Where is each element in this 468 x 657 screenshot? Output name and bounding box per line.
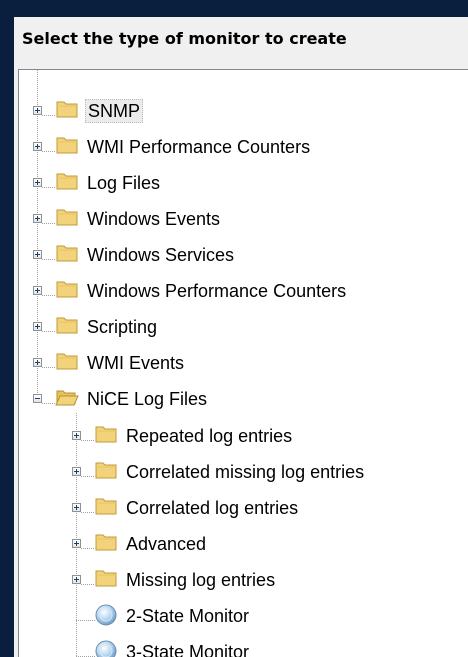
expand-icon[interactable]: [33, 250, 42, 259]
folder-icon: [55, 278, 79, 300]
tree-item-label: Correlated log entries: [126, 498, 299, 518]
expand-icon[interactable]: [33, 142, 42, 151]
folder-icon: [94, 567, 118, 589]
tree-item-label: Windows Services: [87, 245, 235, 265]
tree-item-label: 2-State Monitor: [126, 606, 250, 626]
tree-item-label: SNMP: [85, 99, 144, 123]
folder-icon: [94, 459, 118, 481]
tree-item-label: Correlated missing log entries: [126, 462, 365, 482]
tree-item-nice-log-files[interactable]: NiCE Log Files: [33, 386, 459, 414]
tree-item-windows-events[interactable]: Windows Events: [33, 206, 459, 234]
monitor-icon: [94, 603, 118, 627]
tree-item-wmi-performance-counters[interactable]: WMI Performance Counters: [33, 134, 459, 162]
tree-item-label: Log Files: [87, 173, 161, 193]
tree-item-windows-services[interactable]: Windows Services: [33, 242, 459, 270]
tree-item-3-state-monitor[interactable]: 3-State Monitor: [72, 639, 459, 657]
folder-icon: [55, 134, 79, 156]
expand-icon[interactable]: [72, 431, 81, 440]
tree-item-snmp[interactable]: SNMP: [33, 98, 459, 126]
folder-icon: [94, 531, 118, 553]
expand-icon[interactable]: [72, 575, 81, 584]
tree-item-label: 3-State Monitor: [126, 642, 250, 657]
collapse-icon[interactable]: [33, 394, 42, 403]
tree-item-2-state-monitor[interactable]: 2-State Monitor: [72, 603, 459, 631]
folder-icon: [55, 206, 79, 228]
expand-icon[interactable]: [33, 214, 42, 223]
wizard-window: Select the type of monitor to create SNM…: [0, 0, 468, 657]
expand-icon[interactable]: [72, 467, 81, 476]
folder-icon: [94, 495, 118, 517]
tree-item-label: Scripting: [87, 317, 158, 337]
expand-icon[interactable]: [33, 106, 42, 115]
tree-item-label: WMI Events: [87, 353, 185, 373]
expand-icon[interactable]: [72, 503, 81, 512]
expand-icon[interactable]: [33, 358, 42, 367]
folder-icon: [55, 98, 79, 120]
monitor-icon: [94, 639, 118, 657]
tree-item-label: Advanced: [126, 534, 207, 554]
tree-item-label: Windows Performance Counters: [87, 281, 347, 301]
expand-icon[interactable]: [33, 178, 42, 187]
folder-open-icon: [55, 386, 79, 408]
tree-item-advanced[interactable]: Advanced: [72, 531, 459, 559]
tree-item-scripting[interactable]: Scripting: [33, 314, 459, 342]
monitor-type-tree[interactable]: SNMP WMI Performance Counters Log Files …: [18, 69, 468, 657]
tree-item-log-files[interactable]: Log Files: [33, 170, 459, 198]
tree-item-label: Missing log entries: [126, 570, 276, 590]
folder-icon: [55, 242, 79, 264]
tree-item-repeated-log-entries[interactable]: Repeated log entries: [72, 423, 459, 451]
expand-icon[interactable]: [72, 539, 81, 548]
tree-item-correlated-log-entries[interactable]: Correlated log entries: [72, 495, 459, 523]
folder-icon: [55, 170, 79, 192]
tree-item-label: NiCE Log Files: [87, 389, 208, 409]
tree-item-label: Repeated log entries: [126, 426, 293, 446]
tree-item-label: WMI Performance Counters: [87, 137, 311, 157]
tree-item-missing-log-entries[interactable]: Missing log entries: [72, 567, 459, 595]
folder-icon: [55, 350, 79, 372]
folder-icon: [55, 314, 79, 336]
expand-icon[interactable]: [33, 286, 42, 295]
tree-item-label: Windows Events: [87, 209, 221, 229]
expand-icon[interactable]: [33, 322, 42, 331]
folder-icon: [94, 423, 118, 445]
tree-item-wmi-events[interactable]: WMI Events: [33, 350, 459, 378]
tree-item-correlated-missing-log-entries[interactable]: Correlated missing log entries: [72, 459, 459, 487]
page-heading: Select the type of monitor to create: [22, 29, 347, 48]
monitor-type-panel: Select the type of monitor to create SNM…: [14, 17, 468, 657]
tree-item-windows-performance-counters[interactable]: Windows Performance Counters: [33, 278, 459, 306]
